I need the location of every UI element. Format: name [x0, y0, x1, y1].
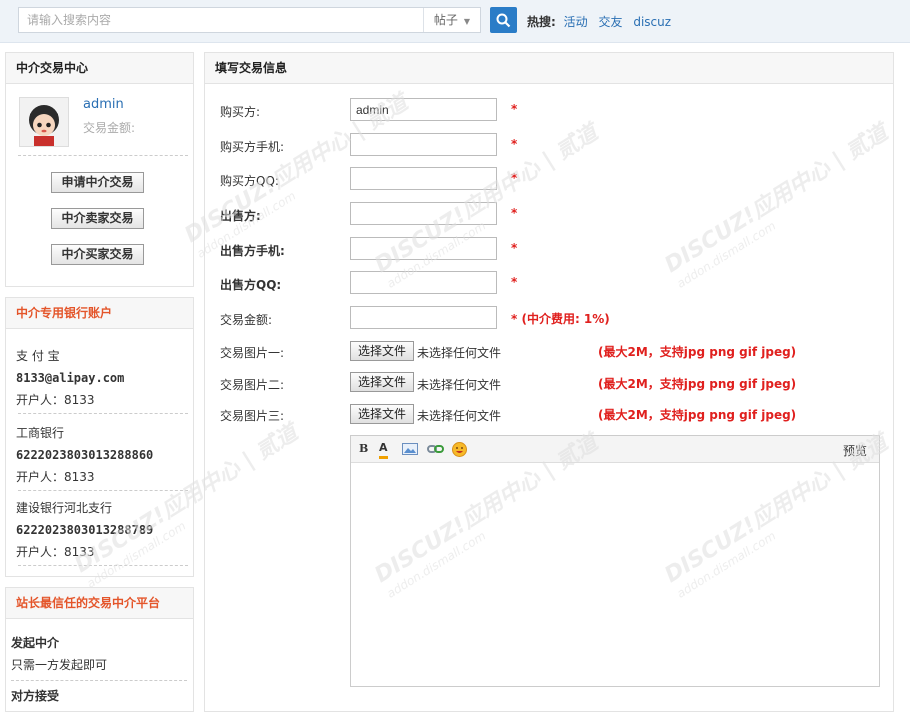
- required-mark: *: [511, 206, 518, 220]
- field-label-seller-phone: 出售方手机:: [220, 244, 285, 258]
- step-item: 发起中介 只需一方发起即可: [11, 632, 107, 676]
- field-label-buyer: 购买方:: [220, 105, 261, 119]
- trade-center-title: 中介交易中心: [6, 53, 193, 84]
- buyer-phone-input[interactable]: [350, 133, 497, 156]
- apply-escrow-button[interactable]: 申请中介交易: [51, 172, 144, 193]
- bank-entry: 支 付 宝 8133@alipay.com 开户人：8133: [16, 345, 124, 411]
- required-mark: *: [511, 171, 518, 185]
- image-button[interactable]: [402, 442, 418, 456]
- seller-phone-input[interactable]: [350, 237, 497, 260]
- image-icon: [402, 443, 418, 455]
- seller-escrow-button[interactable]: 中介卖家交易: [51, 208, 144, 229]
- bank-holder: 开户人：8133: [16, 470, 95, 484]
- file-status: 未选择任何文件: [417, 409, 502, 423]
- bold-button[interactable]: B: [359, 442, 368, 456]
- required-mark: *: [511, 137, 518, 151]
- chevron-down-icon: ▼: [463, 17, 471, 26]
- bank-account-number: 6222023803013288860: [16, 448, 154, 462]
- seller-qq-input[interactable]: [350, 271, 497, 294]
- divider: [18, 490, 188, 491]
- editor-toolbar: B A 预览: [351, 436, 879, 463]
- hot-search-label: 热搜:: [527, 15, 556, 29]
- file-note: (最大2M，支持jpg png gif jpeg): [598, 377, 797, 391]
- hot-link-activity[interactable]: 活动: [564, 15, 588, 29]
- link-icon: [427, 445, 444, 453]
- bank-name: 建设银行河北支行: [16, 501, 113, 515]
- bank-name: 工商银行: [16, 426, 65, 440]
- font-color-button[interactable]: A: [379, 442, 388, 459]
- bank-account-title: 中介专用银行账户: [6, 298, 193, 329]
- hot-search: 热搜: 活动 交友 discuz: [527, 13, 678, 30]
- bank-name: 支 付 宝: [16, 349, 60, 363]
- buyer-escrow-button[interactable]: 中介买家交易: [51, 244, 144, 265]
- step-title: 对方接受: [11, 689, 60, 703]
- step-desc: 只需一方发起即可: [11, 658, 108, 672]
- hot-link-friends[interactable]: 交友: [598, 15, 622, 29]
- bank-holder: 开户人：8133: [16, 393, 95, 407]
- trade-form-title: 填写交易信息: [205, 53, 893, 84]
- required-mark: *: [511, 275, 518, 289]
- trade-center-panel: 中介交易中心 admin 交易金额: 申请中介交易 中介卖家交易 中介买家交易: [5, 52, 194, 287]
- buyer-qq-input[interactable]: [350, 167, 497, 190]
- top-search-bar: 帖子 ▼ 热搜: 活动 交友 discuz: [0, 0, 910, 43]
- field-label-amount: 交易金额:: [220, 313, 273, 327]
- search-box: 帖子 ▼: [18, 7, 481, 33]
- search-icon: [496, 13, 511, 28]
- choose-file-button-1[interactable]: 选择文件: [350, 341, 415, 361]
- choose-file-button-2[interactable]: 选择文件: [350, 372, 415, 392]
- field-label-seller: 出售方:: [220, 209, 261, 223]
- file-status: 未选择任何文件: [417, 346, 502, 360]
- bank-holder: 开户人：8133: [16, 545, 95, 559]
- field-label-buyer-phone: 购买方手机:: [220, 140, 285, 154]
- search-input[interactable]: [19, 8, 423, 32]
- bank-account-number: 6222023803013288789: [16, 523, 154, 537]
- divider: [11, 680, 187, 681]
- editor-textarea[interactable]: [351, 462, 879, 686]
- file-note: (最大2M，支持jpg png gif jpeg): [598, 408, 797, 422]
- seller-input[interactable]: [350, 202, 497, 225]
- required-mark: *: [511, 241, 518, 255]
- bank-entry: 建设银行河北支行 6222023803013288789 开户人：8133: [16, 497, 153, 563]
- fee-note: * (中介费用: 1%): [511, 312, 610, 326]
- file-note: (最大2M，支持jpg png gif jpeg): [598, 345, 797, 359]
- avatar[interactable]: [19, 97, 69, 147]
- bank-account-panel: 中介专用银行账户 支 付 宝 8133@alipay.com 开户人：8133 …: [5, 297, 194, 577]
- field-label-image-2: 交易图片二:: [220, 378, 285, 392]
- buyer-input[interactable]: [350, 98, 497, 121]
- search-type-select[interactable]: 帖子 ▼: [424, 8, 480, 32]
- bank-entry: 工商银行 6222023803013288860 开户人：8133: [16, 422, 153, 488]
- search-button[interactable]: [490, 7, 517, 33]
- divider: [18, 413, 188, 414]
- choose-file-button-3[interactable]: 选择文件: [350, 404, 415, 424]
- hot-link-discuz[interactable]: discuz: [633, 15, 671, 29]
- field-label-buyer-qq: 购买方QQ:: [220, 174, 279, 188]
- platform-panel: 站长最信任的交易中介平台 发起中介 只需一方发起即可 对方接受: [5, 587, 194, 712]
- rich-text-editor: B A 预览: [350, 435, 880, 687]
- emoji-button[interactable]: [452, 442, 467, 457]
- field-label-seller-qq: 出售方QQ:: [220, 278, 282, 292]
- search-type-label: 帖子: [433, 13, 458, 27]
- amount-input[interactable]: [350, 306, 497, 329]
- platform-title: 站长最信任的交易中介平台: [6, 588, 193, 619]
- divider: [18, 565, 188, 566]
- link-button[interactable]: [427, 442, 445, 456]
- avatar-icon: [20, 98, 68, 146]
- step-title: 发起中介: [11, 636, 60, 650]
- required-mark: *: [511, 102, 518, 116]
- divider: [18, 155, 188, 156]
- file-status: 未选择任何文件: [417, 378, 502, 392]
- preview-button[interactable]: 预览: [843, 442, 867, 459]
- smiley-icon: [452, 442, 467, 457]
- bank-account-number: 8133@alipay.com: [16, 371, 125, 385]
- field-label-image-3: 交易图片三:: [220, 409, 285, 423]
- balance-label: 交易金额:: [83, 121, 136, 135]
- username-link[interactable]: admin: [83, 97, 124, 112]
- field-label-image-1: 交易图片一:: [220, 346, 285, 360]
